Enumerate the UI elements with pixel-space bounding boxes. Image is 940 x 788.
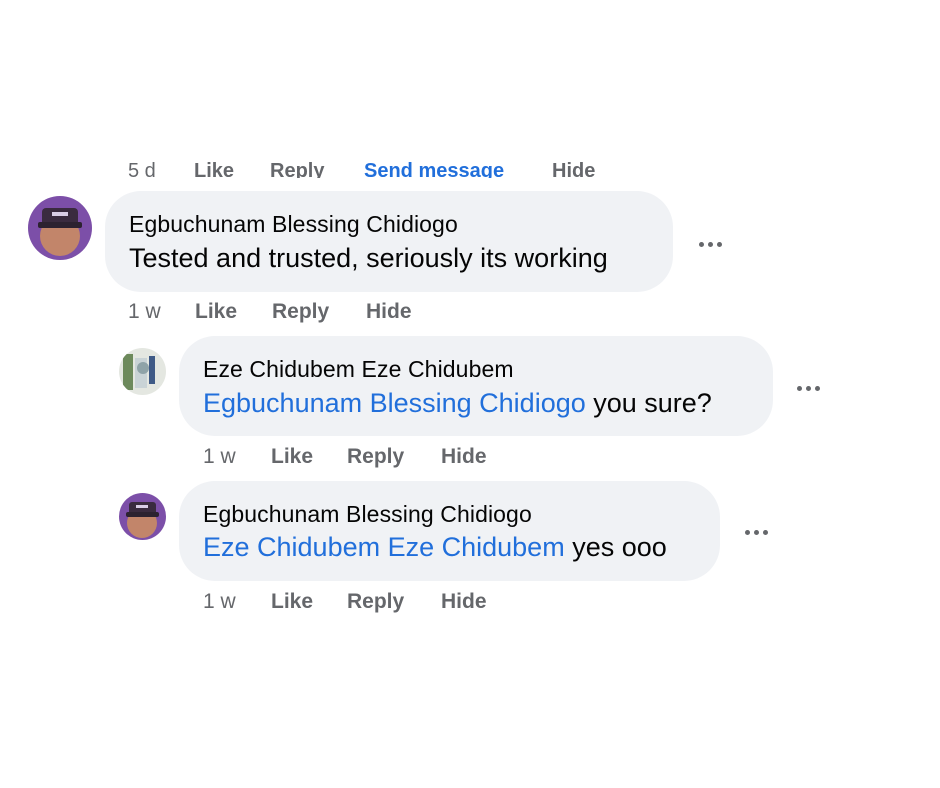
- comment-author[interactable]: Eze Chidubem Eze Chidubem: [203, 356, 514, 383]
- comment-bubble: Egbuchunam Blessing Chidiogo Eze Chidube…: [179, 481, 720, 581]
- hide-button[interactable]: Hide: [552, 160, 595, 178]
- profile-photo-icon: [119, 493, 166, 540]
- mention-link[interactable]: Eze Chidubem Eze Chidubem: [203, 532, 565, 562]
- comment-author[interactable]: Egbuchunam Blessing Chidiogo: [129, 211, 458, 238]
- reply-button[interactable]: Reply: [347, 445, 404, 469]
- profile-photo-icon: [119, 348, 166, 395]
- more-options-icon[interactable]: [796, 378, 826, 398]
- comment-timestamp[interactable]: 5 d: [128, 160, 156, 178]
- like-button[interactable]: Like: [194, 160, 234, 178]
- avatar[interactable]: [119, 493, 166, 540]
- comment-author[interactable]: Egbuchunam Blessing Chidiogo: [203, 501, 532, 528]
- more-options-icon[interactable]: [698, 234, 728, 254]
- comment-text-body: you sure?: [585, 388, 712, 418]
- comment-bubble: Egbuchunam Blessing Chidiogo Tested and …: [105, 191, 673, 292]
- reply-button[interactable]: Reply: [270, 160, 324, 178]
- hide-button[interactable]: Hide: [441, 590, 487, 614]
- like-button[interactable]: Like: [271, 445, 313, 469]
- previous-comment-actions: 5 d Like Reply Send message Hide: [0, 160, 940, 178]
- like-button[interactable]: Like: [195, 300, 237, 324]
- comment-timestamp[interactable]: 1 w: [203, 445, 236, 469]
- reply-button[interactable]: Reply: [272, 300, 329, 324]
- send-message-link[interactable]: Send message: [364, 160, 504, 178]
- comment-actions: 1 w Like Reply Hide: [0, 300, 600, 326]
- comment-timestamp[interactable]: 1 w: [128, 300, 161, 324]
- hide-button[interactable]: Hide: [366, 300, 412, 324]
- comment-bubble: Eze Chidubem Eze Chidubem Egbuchunam Ble…: [179, 336, 773, 436]
- comment-text: Egbuchunam Blessing Chidiogo you sure?: [203, 388, 712, 419]
- mention-link[interactable]: Egbuchunam Blessing Chidiogo: [203, 388, 586, 418]
- like-button[interactable]: Like: [271, 590, 313, 614]
- avatar[interactable]: [28, 196, 92, 260]
- comment-text-body: yes ooo: [564, 532, 667, 562]
- avatar[interactable]: [119, 348, 166, 395]
- comment-actions: 1 w Like Reply Hide: [0, 590, 600, 616]
- comment-text: Eze Chidubem Eze Chidubem yes ooo: [203, 532, 667, 563]
- comment-actions: 1 w Like Reply Hide: [0, 445, 600, 471]
- hide-button[interactable]: Hide: [441, 445, 487, 469]
- profile-photo-icon: [28, 196, 92, 260]
- more-options-icon[interactable]: [744, 522, 774, 542]
- comment-timestamp[interactable]: 1 w: [203, 590, 236, 614]
- comment-text: Tested and trusted, seriously its workin…: [129, 243, 608, 273]
- reply-button[interactable]: Reply: [347, 590, 404, 614]
